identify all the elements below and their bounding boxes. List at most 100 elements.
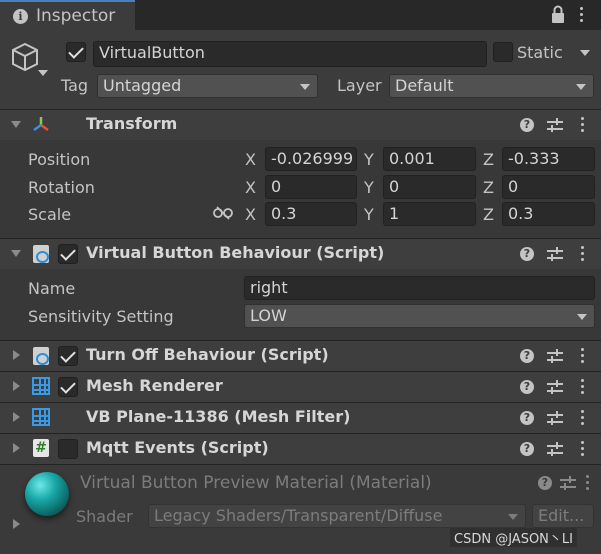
help-icon[interactable]: ? [520,247,534,261]
foldout-icon[interactable] [13,381,20,391]
mqtt-events-enabled-checkbox[interactable] [58,439,78,459]
watermark: CSDN @JASON丶LI [450,528,577,547]
chevron-down-icon [576,84,586,90]
active-checkbox[interactable] [66,42,86,62]
presets-icon[interactable] [547,380,563,394]
mesh-filter-title: VB Plane-11386 (Mesh Filter) [86,407,351,426]
static-label: Static [517,43,563,62]
help-icon[interactable]: ? [520,442,534,456]
layer-dropdown[interactable]: Default [389,74,594,98]
position-z-label[interactable]: Z [483,150,494,169]
foldout-icon[interactable] [13,443,20,453]
position-x-field[interactable]: -0.026999 [265,147,357,171]
presets-icon[interactable] [547,349,563,363]
script-icon [33,245,49,263]
static-checkbox[interactable] [493,42,513,62]
rotation-y-field[interactable]: 0 [383,175,476,199]
name-label: Name [28,279,76,298]
material-title: Virtual Button Preview Material (Materia… [80,473,432,493]
help-icon[interactable]: ? [538,476,552,490]
help-icon[interactable]: ? [520,380,534,394]
rotation-y-label[interactable]: Y [364,178,374,197]
presets-icon[interactable] [560,476,576,490]
chevron-down-icon [508,514,518,520]
scale-y-field[interactable]: 1 [383,202,476,226]
foldout-icon[interactable] [13,350,20,360]
layer-value: Default [395,76,454,95]
tab-title: Inspector [36,6,116,26]
tab-menu-icon[interactable] [578,5,584,25]
help-icon[interactable]: ? [520,349,534,363]
gameobject-cube-icon[interactable] [10,42,40,74]
help-icon[interactable]: ? [520,411,534,425]
component-menu-icon[interactable] [579,115,585,135]
scale-z-field[interactable]: 0.3 [502,202,595,226]
material-foldout-icon[interactable] [13,519,20,529]
position-z-field[interactable]: -0.333 [502,147,595,171]
script-icon [33,347,49,365]
sensitivity-label: Sensitivity Setting [28,307,174,326]
component-menu-icon[interactable] [579,346,585,366]
mesh-renderer-title: Mesh Renderer [86,376,223,395]
scale-x-label[interactable]: X [245,205,256,224]
gameobject-name-field[interactable]: VirtualButton [93,41,487,67]
component-menu-icon[interactable] [579,377,585,397]
csharp-script-icon: # [33,439,49,457]
transform-title: Transform [86,114,178,133]
scale-label: Scale [28,205,72,224]
component-menu-icon[interactable] [579,439,585,459]
vb-behaviour-enabled-checkbox[interactable] [58,244,78,264]
component-menu-icon[interactable] [579,408,585,428]
shader-dropdown[interactable]: Legacy Shaders/Transparent/Diffuse [148,504,526,528]
shader-value: Legacy Shaders/Transparent/Diffuse [154,506,443,525]
transform-icon [33,117,49,132]
position-x-label[interactable]: X [245,150,256,169]
shader-label: Shader [76,507,133,526]
presets-icon[interactable] [547,411,563,425]
mqtt-events-title: Mqtt Events (Script) [86,438,269,457]
scale-x-field[interactable]: 0.3 [265,202,357,226]
info-icon: i [13,9,28,24]
chevron-down-icon [577,314,587,320]
vb-behaviour-title: Virtual Button Behaviour (Script) [86,243,385,262]
constrain-proportions-icon[interactable] [213,206,233,220]
layer-label: Layer [337,76,382,95]
chevron-down-icon [300,84,310,90]
tag-value: Untagged [103,76,182,95]
tag-label: Tag [61,76,89,95]
turn-off-enabled-checkbox[interactable] [58,346,78,366]
material-preview-sphere[interactable] [25,472,69,516]
rotation-z-label[interactable]: Z [483,178,494,197]
sensitivity-dropdown[interactable]: LOW [244,304,595,328]
sensitivity-value: LOW [250,306,287,325]
lock-icon[interactable] [551,5,565,25]
scale-y-label[interactable]: Y [364,205,374,224]
vb-behaviour-foldout-icon[interactable] [11,250,21,257]
rotation-x-label[interactable]: X [245,178,256,197]
mesh-renderer-icon [32,377,50,395]
rotation-label: Rotation [28,178,95,197]
rotation-z-field[interactable]: 0 [502,175,595,199]
mesh-renderer-enabled-checkbox[interactable] [58,377,78,397]
foldout-icon[interactable] [13,412,20,422]
presets-icon[interactable] [547,442,563,456]
icon-dropdown-arrow[interactable] [38,70,48,76]
position-y-label[interactable]: Y [364,150,374,169]
position-label: Position [28,150,91,169]
static-dropdown-icon[interactable] [580,50,590,56]
help-icon[interactable]: ? [520,118,534,132]
vb-name-field[interactable]: right [244,276,595,300]
scale-z-label[interactable]: Z [483,205,494,224]
presets-icon[interactable] [547,118,563,132]
edit-shader-button[interactable]: Edit... [532,504,594,528]
tab-inspector[interactable]: i Inspector [0,0,135,30]
presets-icon[interactable] [547,247,563,261]
transform-foldout-icon[interactable] [11,121,21,128]
position-y-field[interactable]: 0.001 [383,147,476,171]
component-menu-icon[interactable] [579,244,585,264]
mesh-filter-icon [32,408,50,426]
turn-off-behaviour-title: Turn Off Behaviour (Script) [86,345,329,364]
tag-dropdown[interactable]: Untagged [97,74,318,98]
rotation-x-field[interactable]: 0 [265,175,357,199]
material-menu-icon[interactable] [584,473,590,493]
